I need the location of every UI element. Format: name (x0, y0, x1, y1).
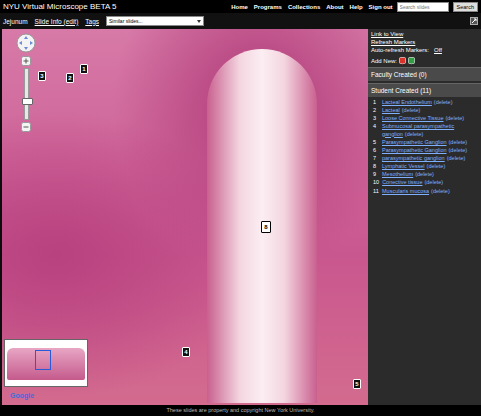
zoom-in-icon[interactable] (21, 56, 31, 66)
slide-marker[interactable]: 3 (38, 71, 46, 81)
auto-refresh-row: Auto-refresh Markers:Off (371, 47, 478, 53)
marker-item: 5Parasympathetic Ganglion(delete) (373, 139, 478, 146)
marker-link[interactable]: Conective tissue (382, 179, 422, 185)
sidebar-link[interactable]: Link to View (371, 31, 478, 37)
zoom-control[interactable] (21, 56, 31, 132)
marker-item: 3Loose Connective Tissue(delete) (373, 115, 478, 122)
slide-toolbar: Jejunum Slide Info (edit) Tags Similar slid… (0, 13, 481, 29)
marker-link[interactable]: parasympathetic ganglion (382, 155, 445, 161)
pan-control[interactable] (16, 33, 36, 57)
section-header[interactable]: Faculty Created (0) (368, 67, 481, 81)
top-bar: NYU Virtual Microscope BETA 5 Home Program… (0, 0, 481, 13)
nav-link[interactable]: Help (350, 4, 363, 10)
nav-link[interactable]: Sign out (369, 4, 393, 10)
delete-link[interactable]: (delete) (445, 115, 464, 121)
marker-link[interactable]: Lymphatic Vessel (382, 163, 425, 169)
delete-link[interactable]: (delete) (405, 131, 424, 137)
overview-viewport[interactable] (35, 350, 51, 370)
nav-link[interactable]: Home (231, 4, 248, 10)
marker-item: 6Parasympathetic Ganglion(delete) (373, 147, 478, 154)
site-title[interactable]: NYU Virtual Microscope BETA 5 (3, 2, 117, 11)
main-nav: Home Programs Collections About Help Sign out (231, 4, 392, 10)
page: NYU Virtual Microscope BETA 5 Home Program… (0, 0, 481, 416)
delete-link[interactable]: (delete) (434, 99, 453, 105)
zoom-handle[interactable] (22, 98, 33, 105)
marker-item: 10Conective tissue(delete) (373, 179, 478, 186)
search-button[interactable]: Search (453, 2, 478, 12)
google-logo: Google (10, 392, 34, 399)
marker-item: 11Muscularis mucosa(delete) (373, 188, 478, 195)
marker-item: 9Mesothelium(delete) (373, 171, 478, 178)
marker-item: 8Lymphatic Vessel(delete) (373, 163, 478, 170)
slide-viewer[interactable]: 12 3 8 4 5 Google (2, 29, 368, 405)
footer: These slides are property and copyright … (0, 405, 481, 416)
tags-link[interactable]: Tags (85, 18, 99, 25)
nav-link[interactable]: About (326, 4, 343, 10)
auto-refresh-toggle[interactable]: Off (434, 47, 442, 53)
main-area: 12 3 8 4 5 Google Link to View Refresh Markers A… (0, 29, 481, 405)
delete-link[interactable]: (delete) (424, 179, 443, 185)
add-new-row: Add New: (371, 57, 478, 65)
slide-name: Jejunum (3, 18, 28, 25)
slide-marker[interactable]: 5 (353, 379, 361, 389)
delete-link[interactable]: (delete) (449, 147, 468, 153)
marker-list: 1Lacteal Endothelium(delete)2Lacteal(del… (371, 99, 478, 195)
delete-link[interactable]: (delete) (449, 139, 468, 145)
slide-marker[interactable]: 2 (66, 73, 74, 83)
overview-map[interactable] (4, 339, 88, 387)
search-input[interactable] (397, 2, 449, 12)
marker-link[interactable]: Muscularis mucosa (382, 188, 429, 194)
slide-info-link[interactable]: Slide Info (edit) (35, 18, 79, 25)
section-header[interactable]: Student Created (11) (368, 83, 481, 97)
add-marker-icon[interactable] (408, 57, 415, 65)
slide-marker[interactable]: 8 (261, 221, 271, 233)
marker-link[interactable]: Mesothelium (382, 171, 413, 177)
similar-dropdown[interactable]: Similar slides... (106, 16, 204, 26)
marker-item: 2Lacteal(delete) (373, 107, 478, 114)
delete-link[interactable]: (delete) (415, 171, 434, 177)
add-marker-icon[interactable] (399, 57, 406, 65)
marker-link[interactable]: Parasympathetic Ganglion (382, 139, 447, 145)
marker-item: 1Lacteal Endothelium(delete) (373, 99, 478, 106)
marker-link[interactable]: Lacteal Endothelium (382, 99, 432, 105)
zoom-out-icon[interactable] (21, 122, 31, 132)
delete-link[interactable]: (delete) (402, 107, 421, 113)
delete-link[interactable]: (delete) (427, 163, 446, 169)
nav-link[interactable]: Programs (254, 4, 282, 10)
marker-link[interactable]: Lacteal (382, 107, 400, 113)
delete-link[interactable]: (delete) (447, 155, 466, 161)
pan-icon[interactable] (16, 33, 36, 53)
zoom-slider[interactable] (24, 68, 29, 120)
slide-marker[interactable]: 1 (80, 64, 88, 74)
delete-link[interactable]: (delete) (431, 188, 450, 194)
nav-link[interactable]: Collections (288, 4, 320, 10)
expand-icon[interactable] (470, 17, 478, 25)
marker-item: 4Submucosal parasympathetic ganglion(del… (373, 123, 478, 137)
overview-image (7, 348, 85, 380)
marker-sidebar: Link to View Refresh Markers Auto-refresh … (368, 29, 481, 405)
sidebar-link[interactable]: Refresh Markers (371, 39, 478, 45)
marker-link[interactable]: Loose Connective Tissue (382, 115, 443, 121)
slide-marker[interactable]: 4 (182, 347, 190, 357)
marker-item: 7parasympathetic ganglion(delete) (373, 155, 478, 162)
caret-icon (197, 20, 201, 23)
marker-link[interactable]: Parasympathetic Ganglion (382, 147, 447, 153)
